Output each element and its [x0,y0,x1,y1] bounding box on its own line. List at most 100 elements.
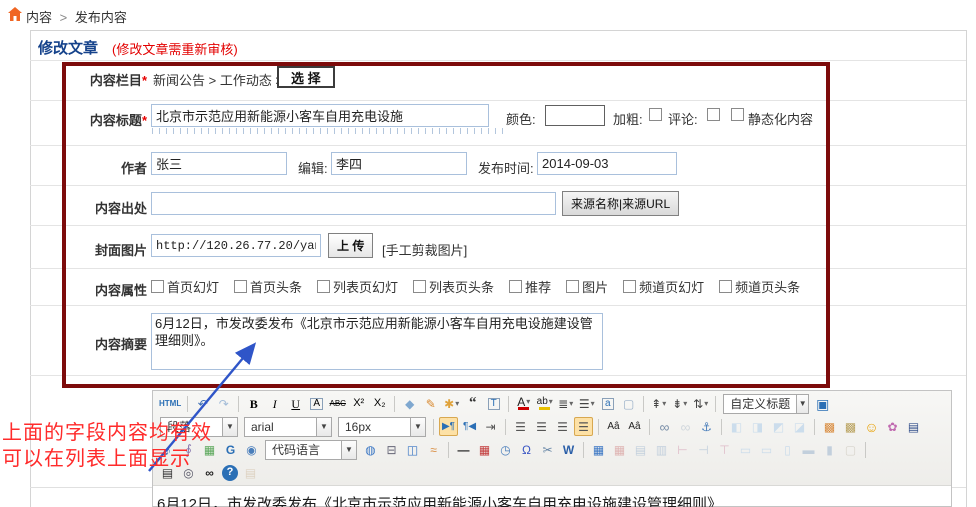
paste-as-text-icon[interactable]: T [484,394,503,413]
font-size-select[interactable]: 16px▼ [338,417,426,437]
help-icon[interactable]: ? [222,465,238,481]
align-left-icon[interactable]: ☰ [511,417,530,436]
align-center-icon[interactable]: ☰ [532,417,551,436]
summary-textarea[interactable]: 6月12日，市发改委发布《北京市示范应用新能源小客车自用充电设施建设管理细则》。 [151,313,603,370]
bold-icon[interactable]: B [244,394,263,413]
insert-video-icon[interactable]: ▤ [904,417,923,436]
chevron-down-icon[interactable]: ▾ [662,399,666,408]
paint-palette-icon[interactable]: ✿ [883,417,902,436]
publish-time-input[interactable] [537,152,677,175]
ordered-list-icon[interactable]: ≣▾ [556,394,575,413]
editor-content-area[interactable]: 6月12日，市发改委发布《北京市示范应用新能源小客车自用充电设施建设管理细则》 [153,486,951,507]
title-input[interactable] [151,104,489,127]
google-map-icon[interactable]: G [221,440,240,459]
attribute-checkbox[interactable] [509,280,522,293]
insert-form-icon[interactable]: ✂ [538,440,557,459]
custom-heading-select[interactable]: 自定义标题▼ [723,394,809,414]
photo-album-icon[interactable]: ▩ [841,417,860,436]
source-name-url-button[interactable]: 来源名称|来源URL [562,191,679,216]
chevron-down-icon[interactable]: ▾ [455,399,459,408]
highlight-color-icon[interactable]: ab▾ [535,394,554,413]
chevron-down-icon[interactable]: ▾ [591,399,595,408]
insert-time-icon[interactable]: ◷ [496,440,515,459]
code-language-select[interactable]: 代码语言▼ [265,440,357,460]
eraser-icon[interactable]: ◆ [400,394,419,413]
attribute-checkbox[interactable] [623,280,636,293]
inline-code-icon[interactable]: a [598,394,617,413]
attribute-checkbox[interactable] [317,280,330,293]
ltr-paragraph-icon[interactable]: ▶¶ [439,417,458,436]
blockquote-icon[interactable]: “ [463,394,482,413]
font-style-icon[interactable]: A [307,394,326,413]
attribute-option-首页头条[interactable]: 首页头条 [234,277,302,296]
special-character-icon[interactable]: Ω [517,440,536,459]
paragraph-spacing-top-icon[interactable]: ⇟▾ [670,394,689,413]
to-uppercase-icon[interactable]: Aâ [604,417,623,436]
attribute-checkbox[interactable] [151,280,164,293]
insert-media-icon[interactable]: ◉ [242,440,261,459]
attribute-option-图片[interactable]: 图片 [566,277,608,296]
paragraph-spacing-icon[interactable]: ⇅▾ [691,394,710,413]
superscript-icon[interactable]: X² [349,394,368,413]
home-icon[interactable] [7,6,23,22]
attribute-checkbox[interactable] [566,280,579,293]
chevron-down-icon[interactable]: ▾ [704,399,708,408]
attribute-option-推荐[interactable]: 推荐 [509,277,551,296]
align-right-icon[interactable]: ☰ [553,417,572,436]
font-color-icon[interactable]: A▾ [514,394,533,413]
insert-iframe-icon[interactable]: ◫ [403,440,422,459]
find-replace-icon[interactable]: ∞ [200,463,219,482]
insert-code-icon[interactable]: ◍ [361,440,380,459]
breadcrumb-item-publish[interactable]: 发布内容 [75,10,127,25]
horizontal-rule-icon[interactable]: — [454,440,473,459]
strikethrough-icon[interactable]: ABC [328,394,347,413]
chevron-down-icon[interactable]: ▼ [316,418,331,436]
chevron-down-icon[interactable]: ▾ [549,397,553,406]
redo-icon[interactable]: ↷ [214,394,233,413]
chevron-down-icon[interactable]: ▾ [683,399,687,408]
line-spacing-icon[interactable]: ⇞▾ [649,394,668,413]
attribute-option-首页幻灯[interactable]: 首页幻灯 [151,277,219,296]
word-import-icon[interactable]: W [559,440,578,459]
editor-input[interactable] [331,152,467,175]
select-category-button[interactable]: 选 择 [277,66,335,88]
chevron-down-icon[interactable]: ▾ [569,399,573,408]
anchor-icon[interactable]: ⚓ [697,417,716,436]
breadcrumb-item-content[interactable]: 内容 [26,10,52,25]
chevron-down-icon[interactable]: ▼ [410,418,425,436]
cover-url-input[interactable] [151,234,321,257]
insert-image-icon[interactable]: ▩ [820,417,839,436]
fullscreen-preview-icon[interactable]: ▣ [813,394,832,413]
attribute-checkbox[interactable] [234,280,247,293]
source-code-icon[interactable]: HTML [158,394,182,413]
chevron-down-icon[interactable]: ▾ [526,397,530,406]
attribute-checkbox[interactable] [719,280,732,293]
comment-checkbox[interactable] [707,108,720,121]
bold-checkbox[interactable] [649,108,662,121]
indent-icon[interactable]: ⇥ [481,417,500,436]
author-input[interactable] [151,152,287,175]
to-lowercase-icon[interactable]: Aâ [625,417,644,436]
insert-table-icon[interactable]: ▦ [589,440,608,459]
static-content-checkbox[interactable] [731,108,744,121]
italic-icon[interactable]: I [265,394,284,413]
attribute-option-频道页幻灯[interactable]: 频道页幻灯 [623,277,704,296]
page-break-icon[interactable]: ⊟ [382,440,401,459]
insert-date-icon[interactable]: ▦ [475,440,494,459]
source-input[interactable] [151,192,556,215]
new-document-icon[interactable]: ▢ [619,394,638,413]
underline-icon[interactable]: U [286,394,305,413]
emoticon-icon[interactable]: ☺ [862,417,881,436]
attribute-option-列表页头条[interactable]: 列表页头条 [413,277,494,296]
auto-typeset-icon[interactable]: ✱▾ [442,394,461,413]
title-color-input[interactable] [545,105,605,126]
format-brush-icon[interactable]: ✎ [421,394,440,413]
undo-icon[interactable]: ↶ [193,394,212,413]
chevron-down-icon[interactable]: ▼ [341,441,356,459]
attribute-checkbox[interactable] [413,280,426,293]
unordered-list-icon[interactable]: ☰▾ [577,394,596,413]
remote-image-grab-icon[interactable]: ≈ [424,440,443,459]
rtl-paragraph-icon[interactable]: ¶◀ [460,417,479,436]
attribute-option-列表页幻灯[interactable]: 列表页幻灯 [317,277,398,296]
chevron-down-icon[interactable]: ▼ [222,418,237,436]
